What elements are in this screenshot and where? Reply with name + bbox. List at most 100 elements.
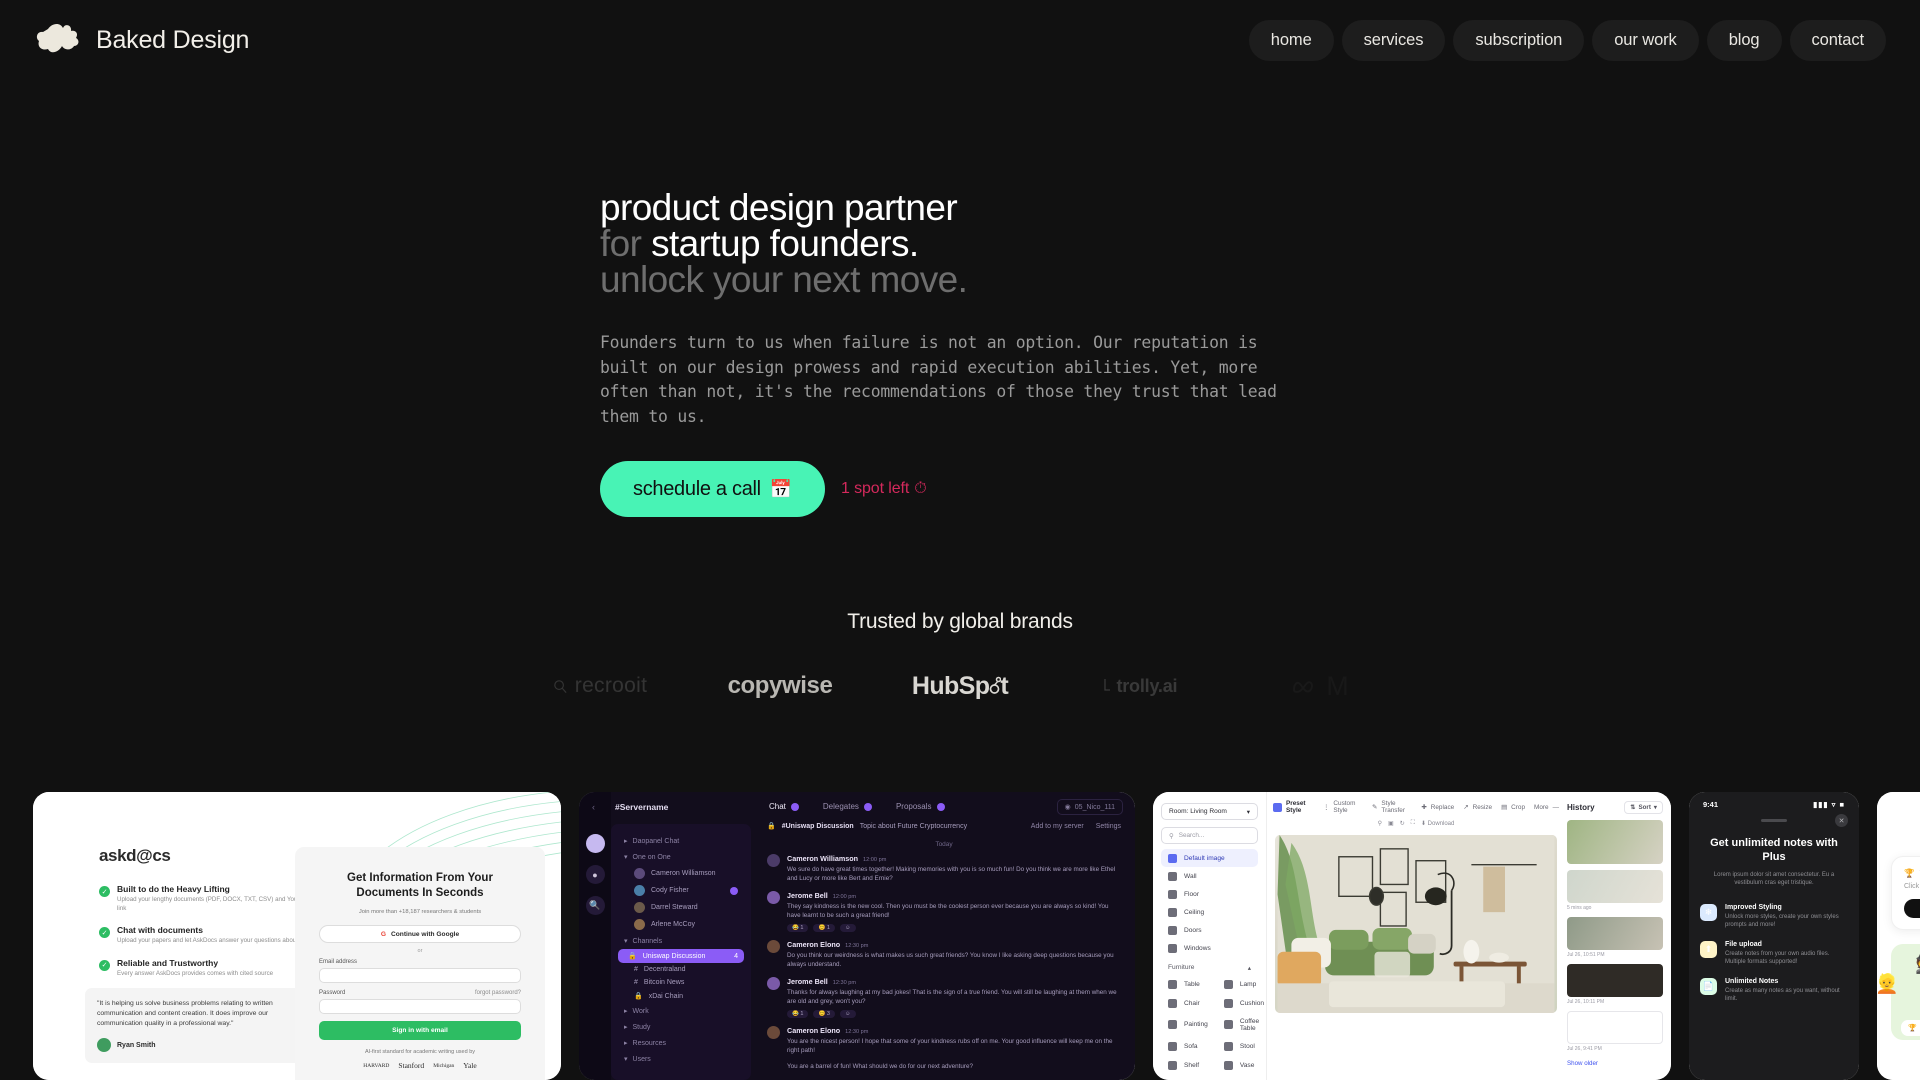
nav-item-our-work[interactable]: our work (1592, 19, 1699, 61)
email-field[interactable] (319, 968, 521, 983)
reaction[interactable]: 😊 1 (813, 924, 835, 932)
furniture-coffee-table[interactable]: Coffee Table (1217, 1013, 1271, 1036)
showcase-card-chat-app[interactable]: ● 🔍 ‹ #Servername Chat Delegates Proposa… (579, 792, 1135, 1080)
sidebar-item-ceiling[interactable]: Ceiling (1161, 903, 1258, 921)
add-reaction-icon[interactable]: ☺ (839, 924, 856, 932)
achievement-card[interactable]: 🏆You are Click to get Check mo (1891, 856, 1920, 930)
fullscreen-icon[interactable]: ⛶ (1411, 820, 1415, 827)
sidebar-group-users[interactable]: ▾ Users (618, 1051, 744, 1067)
reaction[interactable]: 😊 3 (813, 1010, 835, 1018)
tool-replace[interactable]: ✚ Replace (1421, 803, 1454, 812)
reaction[interactable]: 😂 1 (787, 1010, 809, 1018)
nav-item-subscription[interactable]: subscription (1453, 19, 1585, 61)
search-input[interactable]: ⚲ Search... (1161, 827, 1258, 844)
tool-style-transfer[interactable]: ✎ Style Transfer (1372, 800, 1412, 814)
tool-resize[interactable]: ↗ Resize (1463, 803, 1492, 812)
showcase-card-askdocs[interactable]: askd@cs ✓ Built to do the Heavy Lifting … (33, 792, 561, 1080)
furniture-chair[interactable]: Chair (1161, 994, 1215, 1012)
dm-arlene-mccoy[interactable]: Arlene McCoy (618, 916, 744, 933)
check-more-button[interactable]: Check mo (1904, 899, 1920, 918)
furniture-clock[interactable]: Clock (1217, 1075, 1271, 1080)
sidebar-group-study[interactable]: ▸ Study (618, 1019, 744, 1035)
furniture-mirror[interactable]: Mirror (1161, 1075, 1215, 1080)
history-thumbnail[interactable] (1567, 820, 1663, 864)
sidebar-item-windows[interactable]: Windows (1161, 939, 1258, 957)
furniture-section-header[interactable]: Furniture ▴ (1161, 957, 1258, 975)
furniture-stool[interactable]: Stool (1217, 1037, 1271, 1055)
sheet-grabber[interactable] (1761, 819, 1787, 822)
back-chevron-icon[interactable]: ‹ (592, 802, 595, 812)
user-chip[interactable]: ◉ 05_Nico_111 (1056, 799, 1123, 815)
compare-icon[interactable]: ▣ (1388, 820, 1394, 827)
server-icon-blob[interactable]: ● (585, 865, 605, 884)
zoom-icon[interactable]: ⚲ (1378, 820, 1382, 827)
tool-more[interactable]: More — (1534, 804, 1559, 811)
tab-proposals[interactable]: Proposals (896, 802, 945, 811)
furniture-vase[interactable]: Vase (1217, 1056, 1271, 1074)
furniture-lamp[interactable]: Lamp (1217, 975, 1271, 993)
showcase-card-interior-design[interactable]: Room: Living Room ▾ ⚲ Search... Default … (1153, 792, 1671, 1080)
message-author: Cameron Elono (787, 940, 841, 949)
furniture-shelf[interactable]: Shelf (1161, 1056, 1215, 1074)
refresh-icon[interactable]: ↻ (1400, 820, 1405, 827)
tool-crop[interactable]: ▤ Crop (1501, 803, 1525, 812)
tool-preset-style[interactable]: Preset Style (1273, 800, 1314, 814)
history-thumbnail[interactable] (1567, 917, 1663, 950)
sidebar-group-daopanel[interactable]: ▸ Daopanel Chat (618, 833, 744, 849)
password-label: Password (319, 990, 346, 996)
add-to-my-server-link[interactable]: Add to my server (1031, 823, 1084, 830)
nav-item-blog[interactable]: blog (1706, 19, 1782, 61)
furniture-sofa[interactable]: Sofa (1161, 1037, 1215, 1055)
achievement-pill[interactable]: 🏆You ar (1901, 1020, 1920, 1036)
history-thumbnail[interactable] (1567, 964, 1663, 997)
nav-item-services[interactable]: services (1341, 19, 1446, 61)
close-icon[interactable]: ✕ (1835, 814, 1848, 827)
room-select[interactable]: Room: Living Room ▾ (1161, 803, 1258, 820)
channel-xdai-chain[interactable]: 🔒 xDai Chain (618, 989, 744, 1003)
reaction[interactable]: 😂 1 (787, 924, 809, 932)
history-thumbnail[interactable] (1567, 870, 1663, 903)
furniture-painting[interactable]: Painting (1161, 1013, 1215, 1036)
sidebar-group-oneonone[interactable]: ▾ One on One (618, 849, 744, 865)
add-reaction-icon[interactable]: ☺ (839, 1010, 856, 1018)
sidebar-item-floor[interactable]: Floor (1161, 885, 1258, 903)
dm-darrel-steward[interactable]: Darrel Steward (618, 899, 744, 916)
channel-bitcoin-news[interactable]: # Bitcoin News (618, 976, 744, 989)
sidebar-group-resources[interactable]: ▸ Resources (618, 1035, 744, 1051)
continue-with-google-button[interactable]: G Continue with Google (319, 925, 521, 943)
channel-decentraland[interactable]: # Decentraland (618, 963, 744, 976)
forgot-password-link[interactable]: forgot password? (475, 990, 521, 996)
channel-uniswap-discussion[interactable]: 🔒 Uniswap Discussion 4 (618, 949, 744, 963)
nav-item-contact[interactable]: contact (1789, 19, 1886, 61)
nav-item-home[interactable]: home (1248, 19, 1334, 61)
settings-link[interactable]: Settings (1096, 823, 1121, 830)
dm-cody-fisher[interactable]: Cody Fisher (618, 882, 744, 899)
tab-chat[interactable]: Chat (769, 802, 799, 811)
sign-in-button[interactable]: Sign in with email (319, 1021, 521, 1040)
furniture-table[interactable]: Table (1161, 975, 1215, 993)
sidebar-item-wall[interactable]: Wall (1161, 867, 1258, 885)
vase-icon (1223, 1060, 1233, 1070)
dm-cameron-williamson[interactable]: Cameron Williamson (618, 865, 744, 882)
sort-button[interactable]: ⇅ Sort ▾ (1624, 801, 1663, 814)
search-icon[interactable]: 🔍 (585, 896, 605, 915)
furniture-cushion[interactable]: Cushion (1217, 994, 1271, 1012)
sidebar-group-channels[interactable]: ▾ Channels (618, 933, 744, 949)
sidebar-label: Users (632, 1055, 651, 1063)
password-field[interactable] (319, 999, 521, 1014)
download-button[interactable]: ⬇ Download (1421, 820, 1454, 827)
sidebar-item-doors[interactable]: Doors (1161, 921, 1258, 939)
schedule-a-call-button[interactable]: schedule a call 📅 (600, 461, 825, 518)
showcase-card-notes-app[interactable]: 9:41 ▮▮▮ ▿ ■ ✕ Get unlimited notes with … (1689, 792, 1859, 1080)
sidebar-item-default-image[interactable]: Default image (1161, 849, 1258, 867)
server-icon-active[interactable] (585, 834, 605, 853)
brand[interactable]: Baked Design (34, 19, 249, 61)
tab-delegates[interactable]: Delegates (823, 802, 872, 811)
showcase-card-social-app[interactable]: 🏆You are Click to get Check mo 👱 🕵 🤵 🏆Yo… (1877, 792, 1920, 1080)
upsell-subtitle: Lorem ipsum dolor sit amet consectetur. … (1713, 871, 1835, 887)
message-item: Cameron Williamson 12:00 pm We sure do hav… (767, 854, 1121, 883)
show-older-link[interactable]: Show older (1567, 1060, 1663, 1067)
tool-custom-style[interactable]: ⋮ Custom Style (1323, 800, 1363, 814)
sidebar-group-work[interactable]: ▸ Work (618, 1003, 744, 1019)
history-thumbnail[interactable] (1567, 1011, 1663, 1044)
